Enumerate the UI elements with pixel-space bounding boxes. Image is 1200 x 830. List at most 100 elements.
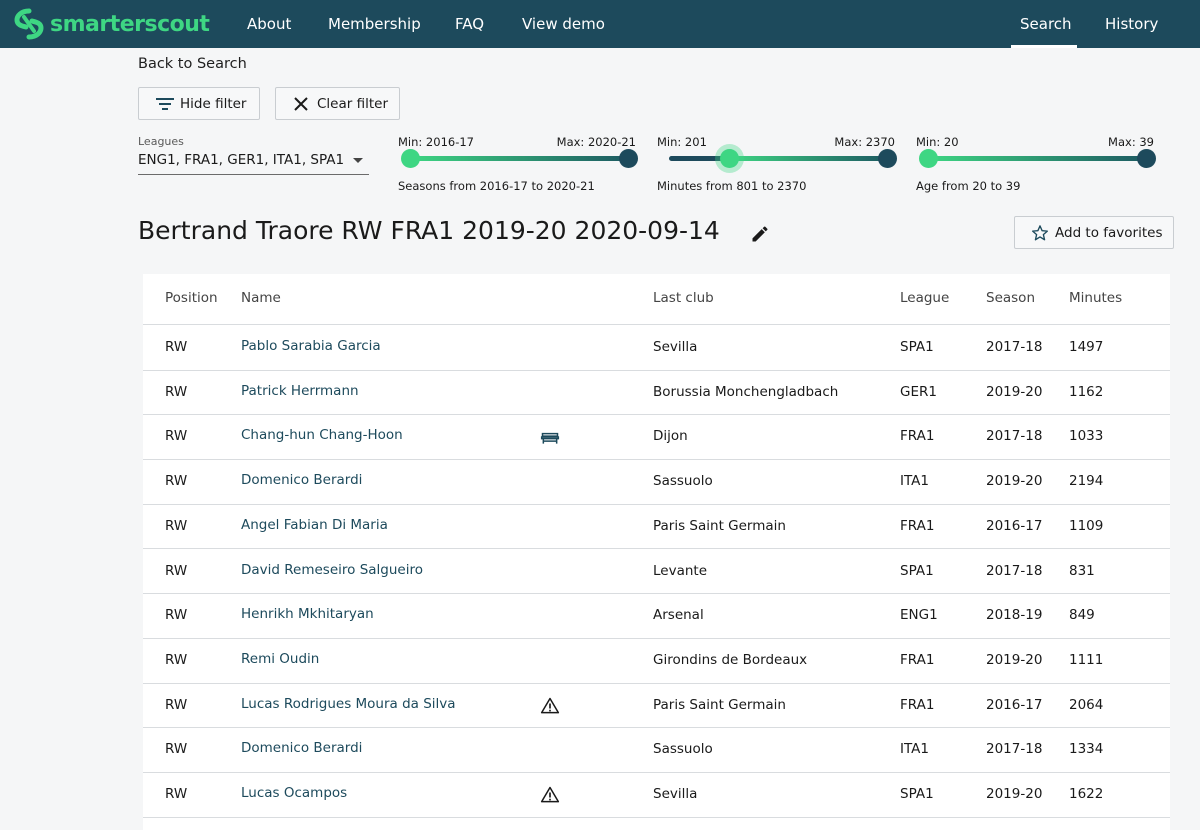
minutes-max-label: Max: 2370	[834, 135, 895, 149]
table-row[interactable]: RW Remi Oudin Girondins de Bordeaux FRA1 201…	[143, 639, 1170, 684]
table-row[interactable]: RW David Remeseiro Salgueiro Levante SPA1 20…	[143, 550, 1170, 595]
player-name-link[interactable]: David Remeseiro Salgueiro	[241, 562, 423, 578]
cell-season: 2019-20	[986, 383, 1043, 400]
table-row[interactable]: RW Lucas Rodrigues Moura da Silva Paris Sa…	[143, 684, 1170, 729]
header-league[interactable]: League	[900, 290, 949, 306]
filter-list-icon	[156, 97, 174, 110]
table-row[interactable]: RW Pablo Sarabia Garcia Sevilla SPA1 2017-18…	[143, 326, 1170, 371]
cell-league: ITA1	[900, 473, 930, 490]
nav-view-demo[interactable]: View demo	[522, 0, 605, 48]
age-range-slider[interactable]: Min: 20 Max: 39 Age from 20 to 39	[916, 130, 1156, 200]
seasons-max-thumb[interactable]	[619, 149, 638, 168]
cell-season: 2018-19	[986, 607, 1043, 624]
header-name[interactable]: Name	[241, 290, 281, 306]
cell-minutes: 1622	[1069, 786, 1104, 802]
player-name-link[interactable]: Lucas Rodrigues Moura da Silva	[241, 696, 456, 712]
cell-position: RW	[165, 786, 188, 802]
seasons-track[interactable]	[401, 149, 638, 168]
cell-position: RW	[165, 339, 188, 355]
leagues-label: Leagues	[138, 135, 184, 148]
minutes-fill	[729, 156, 887, 161]
header-minutes[interactable]: Minutes	[1069, 290, 1122, 306]
minutes-range-slider[interactable]: Min: 201 Max: 2370 Minutes from 801 to 2…	[657, 130, 897, 200]
cell-season: 2019-20	[986, 651, 1043, 668]
player-name-link[interactable]: Remi Oudin	[241, 651, 319, 667]
seasons-fill	[410, 156, 628, 161]
table-row[interactable]: RW Domenico Berardi Sassuolo ITA1 2017-18 133…	[143, 728, 1170, 773]
cell-league: FRA1	[900, 696, 935, 713]
seasons-caption: Seasons from 2016-17 to 2020-21	[398, 179, 595, 193]
cell-minutes: 2194	[1069, 473, 1104, 490]
top-navbar: smarterscout About Membership FAQ View d…	[0, 0, 1200, 48]
player-name-link[interactable]: Domenico Berardi	[241, 740, 362, 756]
cell-season: 2019-20	[986, 473, 1043, 490]
cell-last-club: Sassuolo	[653, 741, 713, 758]
age-max-thumb[interactable]	[1137, 149, 1156, 168]
cell-minutes: 1111	[1069, 651, 1104, 668]
seasons-range-slider[interactable]: Min: 2016-17 Max: 2020-21 Seasons from 2…	[398, 130, 638, 200]
seasons-min-thumb[interactable]	[401, 149, 420, 168]
minutes-max-thumb[interactable]	[878, 149, 897, 168]
cell-league: FRA1	[900, 517, 935, 534]
minutes-track[interactable]	[669, 149, 897, 168]
header-last-club[interactable]: Last club	[653, 290, 714, 306]
cell-season: 2017-18	[986, 562, 1043, 579]
cell-position: RW	[165, 383, 188, 400]
table-row[interactable]: RW Domenico Berardi Sassuolo ITA1 2019-20 219…	[143, 460, 1170, 505]
cell-season: 2017-18	[986, 741, 1043, 758]
smarterscout-logo[interactable]: smarterscout	[12, 6, 210, 42]
table-header: Position Name Last club League Season Mi…	[143, 274, 1170, 325]
edit-pencil-icon[interactable]	[750, 224, 770, 244]
cell-minutes: 1497	[1069, 339, 1104, 355]
cell-league: FRA1	[900, 428, 935, 445]
cell-league: ENG1	[900, 607, 938, 624]
cell-last-club: Borussia Monchengladbach	[653, 383, 839, 400]
leagues-value: ENG1, FRA1, GER1, ITA1, SPA1	[138, 152, 345, 168]
seasons-min-label: Min: 2016-17	[398, 135, 474, 149]
cell-position: RW	[165, 696, 188, 713]
minutes-min-thumb[interactable]	[720, 149, 740, 168]
nav-search[interactable]: Search	[1020, 0, 1072, 48]
back-to-search-link[interactable]: Back to Search	[138, 56, 247, 72]
table-row[interactable]: RW Angel Fabian Di Maria Paris Saint Germa…	[143, 505, 1170, 550]
table-row[interactable]: RW Chang-hun Chang-Hoon Dijon FRA1 2017-18 10…	[143, 415, 1170, 461]
nav-faq[interactable]: FAQ	[455, 0, 484, 48]
cell-last-club: Sassuolo	[653, 473, 713, 490]
player-name-link[interactable]: Lucas Ocampos	[241, 785, 347, 801]
close-icon	[294, 96, 308, 111]
minutes-min-label: Min: 201	[657, 135, 707, 149]
cell-minutes: 831	[1069, 562, 1095, 579]
cell-minutes: 1109	[1069, 517, 1104, 534]
cell-season: 2017-18	[986, 428, 1043, 445]
player-name-link[interactable]: Domenico Berardi	[241, 472, 362, 488]
table-row[interactable]: RW Patrick Herrmann Borussia Monchengladba…	[143, 371, 1170, 416]
dropdown-caret-icon	[353, 158, 363, 163]
nav-about[interactable]: About	[247, 0, 291, 48]
leagues-select[interactable]: ENG1, FRA1, GER1, ITA1, SPA1	[138, 150, 369, 175]
header-position[interactable]: Position	[165, 290, 218, 306]
table-row[interactable]: RW Lucas Ocampos Sevilla SPA1 2019-20 1622	[143, 773, 1170, 818]
clear-filter-button[interactable]: Clear filter	[275, 87, 400, 120]
cell-last-club: Girondins de Bordeaux	[653, 651, 808, 668]
age-caption: Age from 20 to 39	[916, 179, 1021, 193]
player-name-link[interactable]: Henrikh Mkhitaryan	[241, 606, 374, 622]
nav-history[interactable]: History	[1105, 0, 1158, 48]
nav-membership[interactable]: Membership	[328, 0, 421, 48]
player-name-link[interactable]: Pablo Sarabia Garcia	[241, 338, 381, 354]
cell-league: SPA1	[900, 786, 934, 802]
cell-position: RW	[165, 428, 188, 445]
player-name-link[interactable]: Patrick Herrmann	[241, 383, 359, 399]
header-season[interactable]: Season	[986, 290, 1035, 306]
table-row[interactable]: RW Henrikh Mkhitaryan Arsenal ENG1 2018-19 84…	[143, 594, 1170, 639]
cell-position: RW	[165, 562, 188, 579]
player-name-link[interactable]: Chang-hun Chang-Hoon	[241, 427, 403, 443]
hide-filter-button[interactable]: Hide filter	[138, 87, 260, 120]
age-track[interactable]	[919, 149, 1156, 168]
add-to-favorites-label: Add to favorites	[1055, 224, 1163, 241]
add-to-favorites-button[interactable]: Add to favorites	[1014, 216, 1174, 249]
age-min-thumb[interactable]	[919, 149, 938, 168]
player-name-link[interactable]: Angel Fabian Di Maria	[241, 517, 388, 533]
cell-season: 2016-17	[986, 517, 1043, 534]
cell-season: 2016-17	[986, 696, 1043, 713]
logo-mark-icon	[14, 8, 44, 40]
